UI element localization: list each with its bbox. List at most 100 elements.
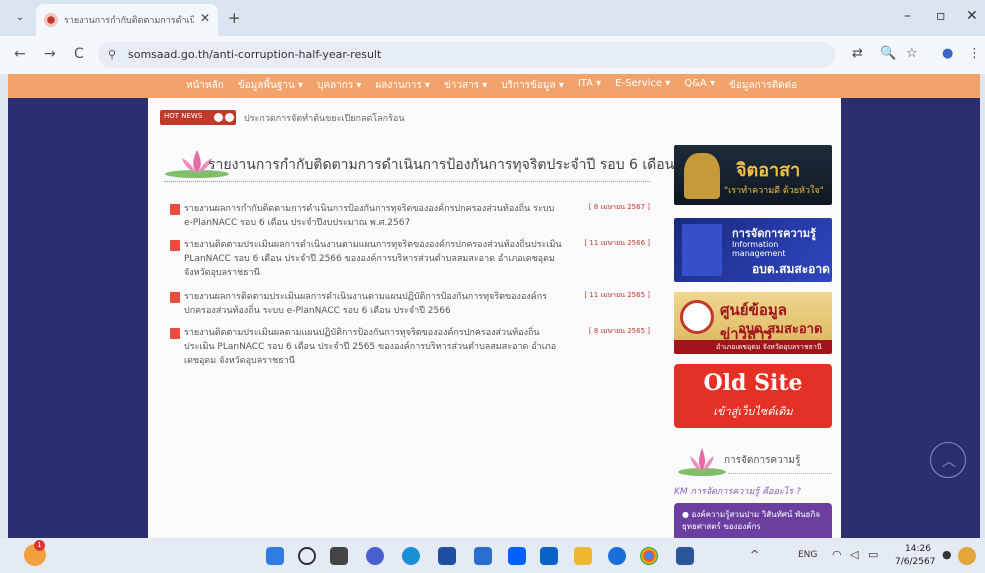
info-center-banner[interactable]: ศูนย์ข้อมูลข่าวสาร อบต.สมสะอาด อำเภอเดชอ… [674,292,832,354]
item-link[interactable]: รายงานผลการติดตามประเมินผลการดำเนินงานตา… [184,290,564,318]
scroll-to-top-button[interactable]: ︿ [930,442,966,478]
item-date: [ 8 เมษายน 2565 ] [588,327,650,335]
translate-icon[interactable]: ⇄ [852,46,863,61]
volunteer-banner[interactable]: จิตอาสา "เราทำความดี ด้วยหัวใจ" [674,145,832,205]
browser-menu-icon[interactable]: ⋮ [968,46,981,61]
person-icon [682,224,722,276]
tab-strip: ⌄ รายงานการกำกับติดตามการดำเนินการ ✕ + –… [0,0,985,36]
notification-badge: 1 [34,540,45,551]
edge-icon[interactable] [402,547,420,565]
tab-active[interactable]: รายงานการกำกับติดตามการดำเนินการ ✕ [36,4,218,36]
nav-item-qa[interactable]: Q&A ▾ [684,78,715,93]
file-explorer-icon[interactable] [574,547,592,565]
item-link[interactable]: รายงานติดตามประเมินผลตามแผนปฏิบัติการป้อ… [184,326,564,368]
zoom-icon[interactable]: 🔍 [880,46,896,61]
nav-item-personnel[interactable]: บุคลากร ▾ [317,78,361,93]
site-navbar: หน้าหลัก ข้อมูลพื้นฐาน ▾ บุคลากร ▾ ผลงาน… [8,74,980,98]
item-link[interactable]: รายงานติดตามประเมินผลการดำเนินงานตามแผนก… [184,238,564,280]
chevron-up-icon: ︿ [942,454,956,470]
dropbox-icon[interactable] [508,547,526,565]
app-icon[interactable] [438,547,456,565]
tab-close-icon[interactable]: ✕ [200,11,210,25]
search-icon[interactable] [298,547,316,565]
news-ticker[interactable]: ประกวดการจัดทำต้นขยะเปียกลดโลกร้อน [244,111,405,125]
close-window-button[interactable]: ✕ [966,8,978,24]
mail-icon[interactable] [540,547,558,565]
minimize-button[interactable]: – [904,8,911,24]
item-date: [ 11 เมษายน 2565 ] [584,291,650,299]
banner-subtitle: "เราทำความดี ด้วยหัวใจ" [724,186,824,196]
nav-item-contact[interactable]: ข้อมูลการติดต่อ [729,78,797,93]
language-indicator[interactable]: ENG [798,550,817,560]
store-icon[interactable] [474,547,492,565]
hot-news-label: HOT NEWS [164,112,203,120]
forward-button[interactable]: → [44,46,56,62]
battery-icon[interactable]: ▭ [868,548,878,561]
reload-button[interactable]: C [74,46,84,62]
list-item[interactable]: รายงานติดตามประเมินผลการดำเนินงานตามแผนก… [170,238,650,282]
wifi-icon[interactable]: ◠ [832,548,842,561]
knowledge-management-banner[interactable]: การจัดการความรู้ Information management … [674,218,832,282]
tab-title: รายงานการกำกับติดตามการดำเนินการ [64,16,194,26]
nav-item-performance[interactable]: ผลงานการ ▾ [375,78,430,93]
clock-time[interactable]: 14:26 [905,544,931,554]
km-link-box[interactable]: ● องค์ความรู้สวนปาม วิสันทัศน์ พันธกิจ ย… [674,503,832,538]
bookmark-star-icon[interactable]: ☆ [906,46,918,61]
url-text[interactable]: somsaad.go.th/anti-corruption-half-year-… [128,48,381,61]
tray-overflow-icon[interactable]: ^ [750,548,759,561]
nav-item-eservice[interactable]: E-Service ▾ [615,78,670,93]
pdf-file-icon [170,292,180,303]
back-button[interactable]: ← [14,46,26,62]
pdf-file-icon [170,328,180,339]
list-item[interactable]: รายงานติดตามประเมินผลตามแผนปฏิบัติการป้อ… [170,326,650,370]
nav-item-news[interactable]: ข่าวสาร ▾ [444,78,487,93]
ticker-next-icon[interactable] [225,113,234,122]
new-tab-button[interactable]: + [228,9,241,27]
site-favicon-icon [44,13,58,27]
left-margin [8,98,148,538]
banner-subtitle: Information management [732,240,786,258]
seal-logo-icon [680,300,714,334]
word-icon[interactable] [676,547,694,565]
old-site-banner[interactable]: Old Site เข้าสู่เว็บไซต์เดิม [674,364,832,428]
volume-icon[interactable]: ◁ [850,548,858,561]
windows-taskbar: 1 ^ ENG ◠ ◁ ▭ 14:26 7/6/2567 ● [0,538,985,573]
banner-title: Old Site [703,370,803,396]
list-item[interactable]: รายงานผลการติดตามประเมินผลการดำเนินงานตา… [170,290,650,318]
banner-org: อบต.สมสะอาด [738,322,823,337]
banner-subtitle: อำเภอเดชอุดม จังหวัดอุบลราชธานี [716,343,822,351]
nav-item-home[interactable]: หน้าหลัก [186,78,224,93]
copilot-icon[interactable] [958,547,976,565]
tab-search-chevron-icon[interactable]: ⌄ [10,8,30,28]
km-link-text[interactable]: ● องค์ความรู้สวนปาม วิสันทัศน์ พันธกิจ ย… [682,509,826,533]
km-subtitle[interactable]: KM การจัดการความรู้ คืออะไร ? [674,484,801,498]
clock-date[interactable]: 7/6/2567 [895,557,935,567]
km-section-title: การจัดการความรู้ [724,455,801,466]
maximize-button[interactable]: ▫ [936,8,946,24]
nav-item-ita[interactable]: ITA ▾ [578,78,601,93]
item-date: [ 8 เมษายน 2567 ] [588,203,650,211]
nav-item-info-service[interactable]: บริการข้อมูล ▾ [501,78,564,93]
task-view-icon[interactable] [330,547,348,565]
app-icon[interactable] [608,547,626,565]
item-date: [ 11 เมษายน 2566 ] [584,239,650,247]
notification-bell-icon[interactable]: ● [942,548,952,561]
browser-toolbar: ← → C ⚲ somsaad.go.th/anti-corruption-ha… [0,36,985,74]
hot-news-badge: HOT NEWS [160,110,236,125]
banner-org: อบต.สมสะอาด [752,262,830,276]
start-button-icon[interactable] [266,547,284,565]
banner-subtitle: เข้าสู่เว็บไซต์เดิม [713,405,793,418]
chat-icon[interactable] [366,547,384,565]
title-divider [164,176,650,182]
list-item[interactable]: รายงานผลการกำกับติดตามการดำเนินการป้องกั… [170,202,650,230]
nav-item-basic-info[interactable]: ข้อมูลพื้นฐาน ▾ [238,78,303,93]
address-bar[interactable]: ⚲ somsaad.go.th/anti-corruption-half-yea… [98,42,836,68]
km-divider [728,473,832,474]
chrome-icon[interactable] [640,547,658,565]
volunteer-figure-icon [684,153,720,199]
profile-icon[interactable]: ● [942,46,953,61]
item-link[interactable]: รายงานผลการกำกับติดตามการดำเนินการป้องกั… [184,202,564,230]
page-title: รายงานการกำกับติดตามการดำเนินการป้องกันก… [208,157,675,173]
ticker-prev-icon[interactable] [214,113,223,122]
site-info-icon[interactable]: ⚲ [108,48,116,61]
